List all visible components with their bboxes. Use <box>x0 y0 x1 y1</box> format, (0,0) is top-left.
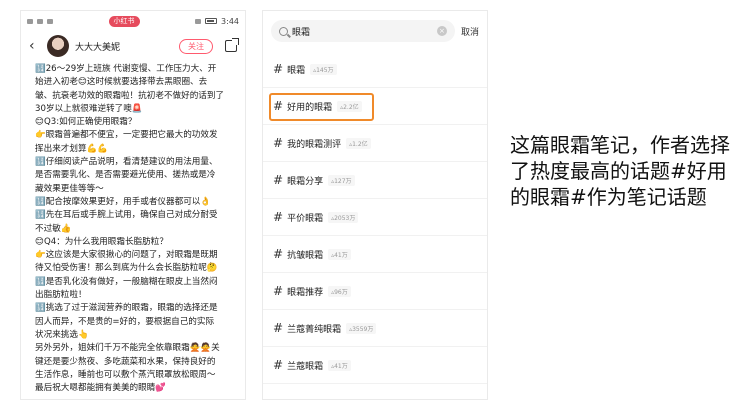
note-line: 不过敏👍 <box>35 223 72 234</box>
share-icon[interactable] <box>225 38 239 52</box>
app-badge: 小红书 <box>108 15 140 27</box>
nfc-icon <box>195 18 202 24</box>
note-line: 😊Q4：为什么我用眼霜长脂肪粒？ <box>35 236 168 247</box>
screenshot-stage: 小红书 3:44 ‹ 大大大美妮 关注 🔢26～29岁上班族 代谢变慢、工作压力… <box>0 0 743 400</box>
note-line: 始进入初老😊这时候就要选择带去黑眼圈、去 <box>35 77 208 88</box>
note-header: ‹ 大大大美妮 关注 <box>21 31 245 61</box>
topic-name: 兰蔻眼霜 <box>287 361 324 372</box>
cancel-button[interactable]: 取消 <box>461 25 479 38</box>
topic-item[interactable]: #平价眼霜 2053万 <box>263 199 487 236</box>
note-line: 键还是要少熬夜、多吃蔬菜和水果，保持良好的 <box>35 356 216 367</box>
topic-item[interactable]: #抗皱眼霜 41万 <box>263 236 487 273</box>
search-phone-screen: 眼霜 × 取消 #眼霜145万#好用的眼霜2.2亿#我的眼霜测评1.2亿#眼霜分… <box>262 10 488 400</box>
hashtag-icon: # <box>273 136 284 150</box>
note-phone-screen: 小红书 3:44 ‹ 大大大美妮 关注 🔢26～29岁上班族 代谢变慢、工作压力… <box>20 10 246 400</box>
search-icon <box>279 26 288 36</box>
topic-count: 41万 <box>328 359 351 371</box>
author-name[interactable]: 大大大美妮 <box>75 40 173 53</box>
topic-item[interactable]: #眼霜推荐 96万 <box>263 273 487 310</box>
topic-name: 兰蔻菁纯眼霜 <box>287 324 342 335</box>
search-query[interactable]: 眼霜 <box>292 25 433 38</box>
topic-item[interactable]: #好用的眼霜 2.2亿 <box>263 88 487 125</box>
topic-name: 眼霜推荐 <box>287 287 324 298</box>
topic-count: 1.2亿 <box>346 137 371 149</box>
battery-icon <box>205 18 218 24</box>
back-button[interactable]: ‹ <box>29 38 41 54</box>
hashtag-icon: # <box>273 62 284 76</box>
note-line: 出脂肪粒啦！ <box>35 290 87 301</box>
hashtag-icon: # <box>273 358 284 372</box>
topic-count: 96万 <box>328 285 351 297</box>
avatar[interactable] <box>47 35 69 57</box>
hashtag-icon: # <box>273 210 284 224</box>
topic-count: 145万 <box>310 63 337 75</box>
search-input[interactable]: 眼霜 × <box>271 20 455 42</box>
note-line: 最后祝大嗯都能拥有美美的眼睛💕 <box>35 383 167 394</box>
note-line: 生活作息，睡前也可以敷个蒸汽眼罩放松眼周～ <box>35 369 216 380</box>
follow-button[interactable]: 关注 <box>179 38 213 54</box>
topic-count: 41万 <box>328 248 351 260</box>
note-line: 藏效果更佳等等～ <box>35 183 104 194</box>
topic-name: 我的眼霜测评 <box>287 139 342 150</box>
note-line: 🔢先在耳后或手腕上试用，确保自己对成分耐受 <box>35 210 218 221</box>
hashtag-icon: # <box>273 99 284 113</box>
note-line: 是否需要乳化、是否需要避光使用、搓热或是冷 <box>35 170 216 181</box>
clear-icon[interactable]: × <box>436 26 447 36</box>
search-bar: 眼霜 × 取消 <box>263 11 487 51</box>
topic-name: 眼霜分享 <box>287 176 324 187</box>
topic-count: 3559万 <box>346 322 377 334</box>
note-content: 🔢26～29岁上班族 代谢变慢、工作压力大、开 始进入初老😊这时候就要选择带去黑眼… <box>21 61 245 395</box>
topic-count: 2053万 <box>328 211 359 223</box>
note-line: 状况来挑选👆 <box>35 329 89 340</box>
note-line: 🔢是否乳化没有做好，一般脑糊在眼皮上当然闷 <box>35 276 218 287</box>
note-line: 🔢26～29岁上班族 代谢变慢、工作压力大、开 <box>35 64 217 74</box>
note-line: 30岁以上就很难逆转了噢🚨 <box>35 103 143 114</box>
note-line: 皱、抗衰老功效的眼霜啦！抗初老不做好的话到了 <box>35 90 225 101</box>
note-line: 🔢挑选了过于滋润营养的眼霜，眼霜的选择还是 <box>35 303 218 314</box>
topic-list: #眼霜145万#好用的眼霜2.2亿#我的眼霜测评1.2亿#眼霜分享127万#平价… <box>263 51 487 384</box>
clock: 3:44 <box>221 16 239 26</box>
topic-count: 127万 <box>328 174 355 186</box>
topic-name: 眼霜 <box>287 65 306 76</box>
topic-item[interactable]: #我的眼霜测评 1.2亿 <box>263 125 487 162</box>
note-line: 待又怕受伤害！那么到底为什么会长脂肪粒呢🤔 <box>35 263 218 274</box>
hashtag-icon: # <box>273 247 284 261</box>
topic-item[interactable]: #兰蔻菁纯眼霜 3559万 <box>263 310 487 347</box>
topic-item[interactable]: #兰蔻眼霜 41万 <box>263 347 487 384</box>
note-line: 👉眼霜普遍都不便宜，一定要把它最大的功效发 <box>35 130 218 141</box>
hashtag-icon: # <box>273 173 284 187</box>
topic-item[interactable]: #眼霜分享 127万 <box>263 162 487 199</box>
wifi-icon <box>37 18 43 24</box>
signal-icon <box>27 18 33 24</box>
hashtag-icon: # <box>273 284 284 298</box>
note-line: 👉这应该是大家很揪心的问题了，对眼霜是既期 <box>35 250 218 261</box>
notification-icon <box>47 18 53 24</box>
topic-name: 抗皱眼霜 <box>287 250 324 261</box>
note-line: 😊Q3:如何正确使用眼霜？ <box>35 117 137 128</box>
note-line: 另外另外，姐妹们千万不能完全依靠眼霜🙅🙅关 <box>35 343 220 354</box>
note-line: 因人而异，不是贵的=好的，要根据自己的实际 <box>35 316 215 327</box>
status-bar: 小红书 3:44 <box>21 11 245 31</box>
note-line: 挥出来才划算💪💪 <box>35 143 108 154</box>
topic-name: 平价眼霜 <box>287 213 324 224</box>
hashtag-icon: # <box>273 321 284 335</box>
note-line: 🔢配合按摩效果更好，用手或者仪器都可以👌 <box>35 196 212 207</box>
caption-text: 这篇眼霜笔记，作者选择了热度最高的话题#好用的眼霜#作为笔记话题 <box>510 133 730 209</box>
topic-item[interactable]: #眼霜 145万 <box>263 51 487 88</box>
topic-count: 2.2亿 <box>337 100 362 112</box>
topic-name: 好用的眼霜 <box>287 102 333 113</box>
note-line: 🔢仔细阅读产品说明，看清楚建议的用法用量、 <box>35 157 218 168</box>
